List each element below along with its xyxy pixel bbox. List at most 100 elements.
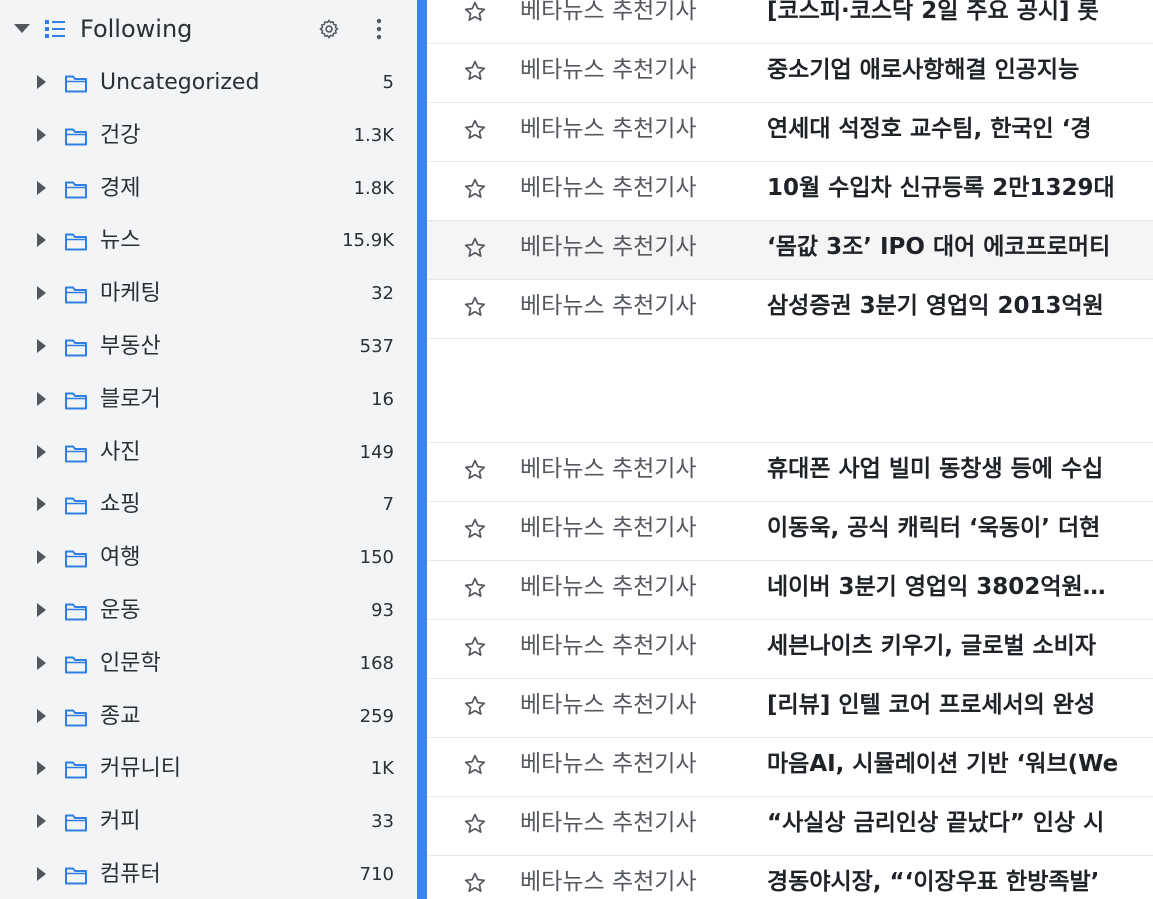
star-icon[interactable] (463, 0, 487, 24)
folder-icon (65, 814, 87, 832)
article-source: 베타뉴스 추천기사 (520, 0, 697, 24)
article-title[interactable]: 휴대폰 사업 빌미 동창생 등에 수십 (767, 454, 1103, 484)
following-header[interactable]: Following (0, 0, 417, 58)
folder-label: 커피 (100, 809, 141, 835)
folder-label: 건강 (100, 122, 141, 148)
folder-icon (65, 75, 87, 93)
caret-right-icon[interactable] (37, 391, 46, 406)
caret-right-icon[interactable] (37, 444, 46, 459)
folder-item[interactable]: 사진 149 (0, 427, 417, 479)
caret-right-icon[interactable] (37, 655, 46, 670)
folder-item[interactable]: Uncategorized 5 (0, 57, 417, 109)
article-source: 베타뉴스 추천기사 (520, 692, 697, 718)
folder-item[interactable]: 부동산 537 (0, 321, 417, 373)
caret-right-icon[interactable] (37, 75, 46, 89)
sidebar: Following Uncategorized 5 건강 1.3K 경제 1.8K 뉴스 15… (0, 0, 417, 899)
sidebar-divider[interactable] (417, 0, 427, 899)
folder-item[interactable]: 종교 259 (0, 691, 417, 743)
star-icon[interactable] (463, 753, 487, 777)
folder-item[interactable]: 운동 93 (0, 585, 417, 637)
folder-label: 종교 (100, 703, 141, 729)
folder-label: 쇼핑 (100, 492, 141, 518)
folder-item[interactable]: 쇼핑 7 (0, 479, 417, 531)
article-title[interactable]: 중소기업 애로사항해결 인공지능 (767, 55, 1079, 85)
article-title[interactable]: “사실상 금리인상 끝났다” 인상 시 (767, 808, 1104, 838)
folder-icon (65, 339, 87, 357)
article-title[interactable]: [코스피·코스닥 2일 주요 공시] 롯 (767, 0, 1099, 26)
article-title[interactable]: 네이버 3분기 영업익 3802억원… (767, 572, 1106, 602)
star-icon[interactable] (463, 517, 487, 541)
article-title[interactable]: 세븐나이츠 키우기, 글로벌 소비자 (767, 631, 1096, 661)
caret-right-icon[interactable] (37, 867, 46, 881)
star-icon[interactable] (463, 871, 487, 895)
article-source: 베타뉴스 추천기사 (520, 810, 697, 836)
article-title[interactable]: 이동욱, 공식 캐릭터 ‘욱동이’ 더현 (767, 513, 1100, 543)
article-row[interactable]: 베타뉴스 추천기사 중소기업 애로사항해결 인공지능 (427, 44, 1153, 103)
article-row[interactable]: 베타뉴스 추천기사 휴대폰 사업 빌미 동창생 등에 수십 (427, 443, 1153, 502)
folder-icon (65, 286, 87, 304)
folder-item[interactable]: 경제 1.8K (0, 163, 417, 215)
folder-item[interactable]: 커뮤니티 1K (0, 743, 417, 795)
caret-right-icon[interactable] (37, 708, 46, 723)
article-blank-area (427, 339, 1153, 443)
article-row[interactable]: 베타뉴스 추천기사 [리뷰] 인텔 코어 프로세서의 완성 (427, 679, 1153, 738)
folder-item[interactable]: 건강 1.3K (0, 110, 417, 162)
article-title[interactable]: 마음AI, 시뮬레이션 기반 ‘워브(We (767, 749, 1118, 779)
article-row[interactable]: 베타뉴스 추천기사 10월 수입차 신규등록 2만1329대 (427, 162, 1153, 221)
article-row[interactable]: 베타뉴스 추천기사 ‘몸값 3조’ IPO 대어 에코프로머티 (427, 221, 1153, 280)
caret-right-icon[interactable] (37, 127, 46, 142)
folder-unread-count: 93 (371, 600, 394, 621)
article-row[interactable]: 베타뉴스 추천기사 삼성증권 3분기 영업익 2013억원 (427, 280, 1153, 339)
caret-right-icon[interactable] (37, 497, 46, 512)
caret-right-icon[interactable] (37, 180, 46, 195)
star-icon[interactable] (463, 118, 487, 142)
article-row[interactable]: 베타뉴스 추천기사 세븐나이츠 키우기, 글로벌 소비자 (427, 620, 1153, 679)
folder-icon (65, 128, 87, 146)
folder-item[interactable]: 커피 33 (0, 796, 417, 848)
caret-right-icon[interactable] (37, 286, 46, 301)
caret-right-icon[interactable] (37, 550, 46, 565)
folder-item[interactable]: 블로거 16 (0, 374, 417, 426)
gear-icon[interactable] (318, 18, 340, 40)
caret-right-icon[interactable] (37, 814, 46, 829)
folder-item[interactable]: 뉴스 15.9K (0, 215, 417, 267)
article-title[interactable]: ‘몸값 3조’ IPO 대어 에코프로머티 (767, 232, 1110, 262)
article-title[interactable]: 10월 수입차 신규등록 2만1329대 (767, 173, 1115, 203)
more-vertical-icon[interactable] (368, 17, 390, 41)
folder-label: 여행 (100, 545, 141, 571)
folder-label: 커뮤니티 (100, 756, 181, 782)
star-icon[interactable] (463, 635, 487, 659)
article-title[interactable]: 경동야시장, “‘이장우표 한방족발’ (767, 867, 1099, 897)
star-icon[interactable] (463, 177, 487, 201)
star-icon[interactable] (463, 59, 487, 83)
article-row[interactable]: 베타뉴스 추천기사 경동야시장, “‘이장우표 한방족발’ (427, 856, 1153, 899)
article-row[interactable]: 베타뉴스 추천기사 “사실상 금리인상 끝났다” 인상 시 (427, 797, 1153, 856)
article-row[interactable]: 베타뉴스 추천기사 이동욱, 공식 캐릭터 ‘욱동이’ 더현 (427, 502, 1153, 561)
star-icon[interactable] (463, 812, 487, 836)
article-title[interactable]: 삼성증권 3분기 영업익 2013억원 (767, 291, 1104, 321)
star-icon[interactable] (463, 458, 487, 482)
folder-item[interactable]: 마케팅 32 (0, 268, 417, 320)
caret-right-icon[interactable] (37, 233, 46, 248)
star-icon[interactable] (463, 576, 487, 600)
caret-right-icon[interactable] (37, 761, 46, 776)
folder-item[interactable]: 컴퓨터 710 (0, 849, 417, 899)
article-row[interactable]: 베타뉴스 추천기사 연세대 석정호 교수팀, 한국인 ‘경 (427, 103, 1153, 162)
article-row[interactable]: 베타뉴스 추천기사 [코스피·코스닥 2일 주요 공시] 롯 (427, 0, 1153, 44)
folder-icon (65, 603, 87, 621)
star-icon[interactable] (463, 694, 487, 718)
article-source: 베타뉴스 추천기사 (520, 574, 697, 600)
caret-down-icon[interactable] (14, 24, 30, 33)
article-title[interactable]: [리뷰] 인텔 코어 프로세서의 완성 (767, 690, 1095, 720)
article-row[interactable]: 베타뉴스 추천기사 네이버 3분기 영업익 3802억원… (427, 561, 1153, 620)
folder-item[interactable]: 인문학 168 (0, 638, 417, 690)
article-source: 베타뉴스 추천기사 (520, 234, 697, 260)
caret-right-icon[interactable] (37, 339, 46, 353)
star-icon[interactable] (463, 236, 487, 260)
caret-right-icon[interactable] (37, 603, 46, 617)
folder-item[interactable]: 여행 150 (0, 532, 417, 584)
star-icon[interactable] (463, 295, 487, 319)
article-source: 베타뉴스 추천기사 (520, 751, 697, 777)
article-row[interactable]: 베타뉴스 추천기사 마음AI, 시뮬레이션 기반 ‘워브(We (427, 738, 1153, 797)
article-title[interactable]: 연세대 석정호 교수팀, 한국인 ‘경 (767, 114, 1092, 144)
